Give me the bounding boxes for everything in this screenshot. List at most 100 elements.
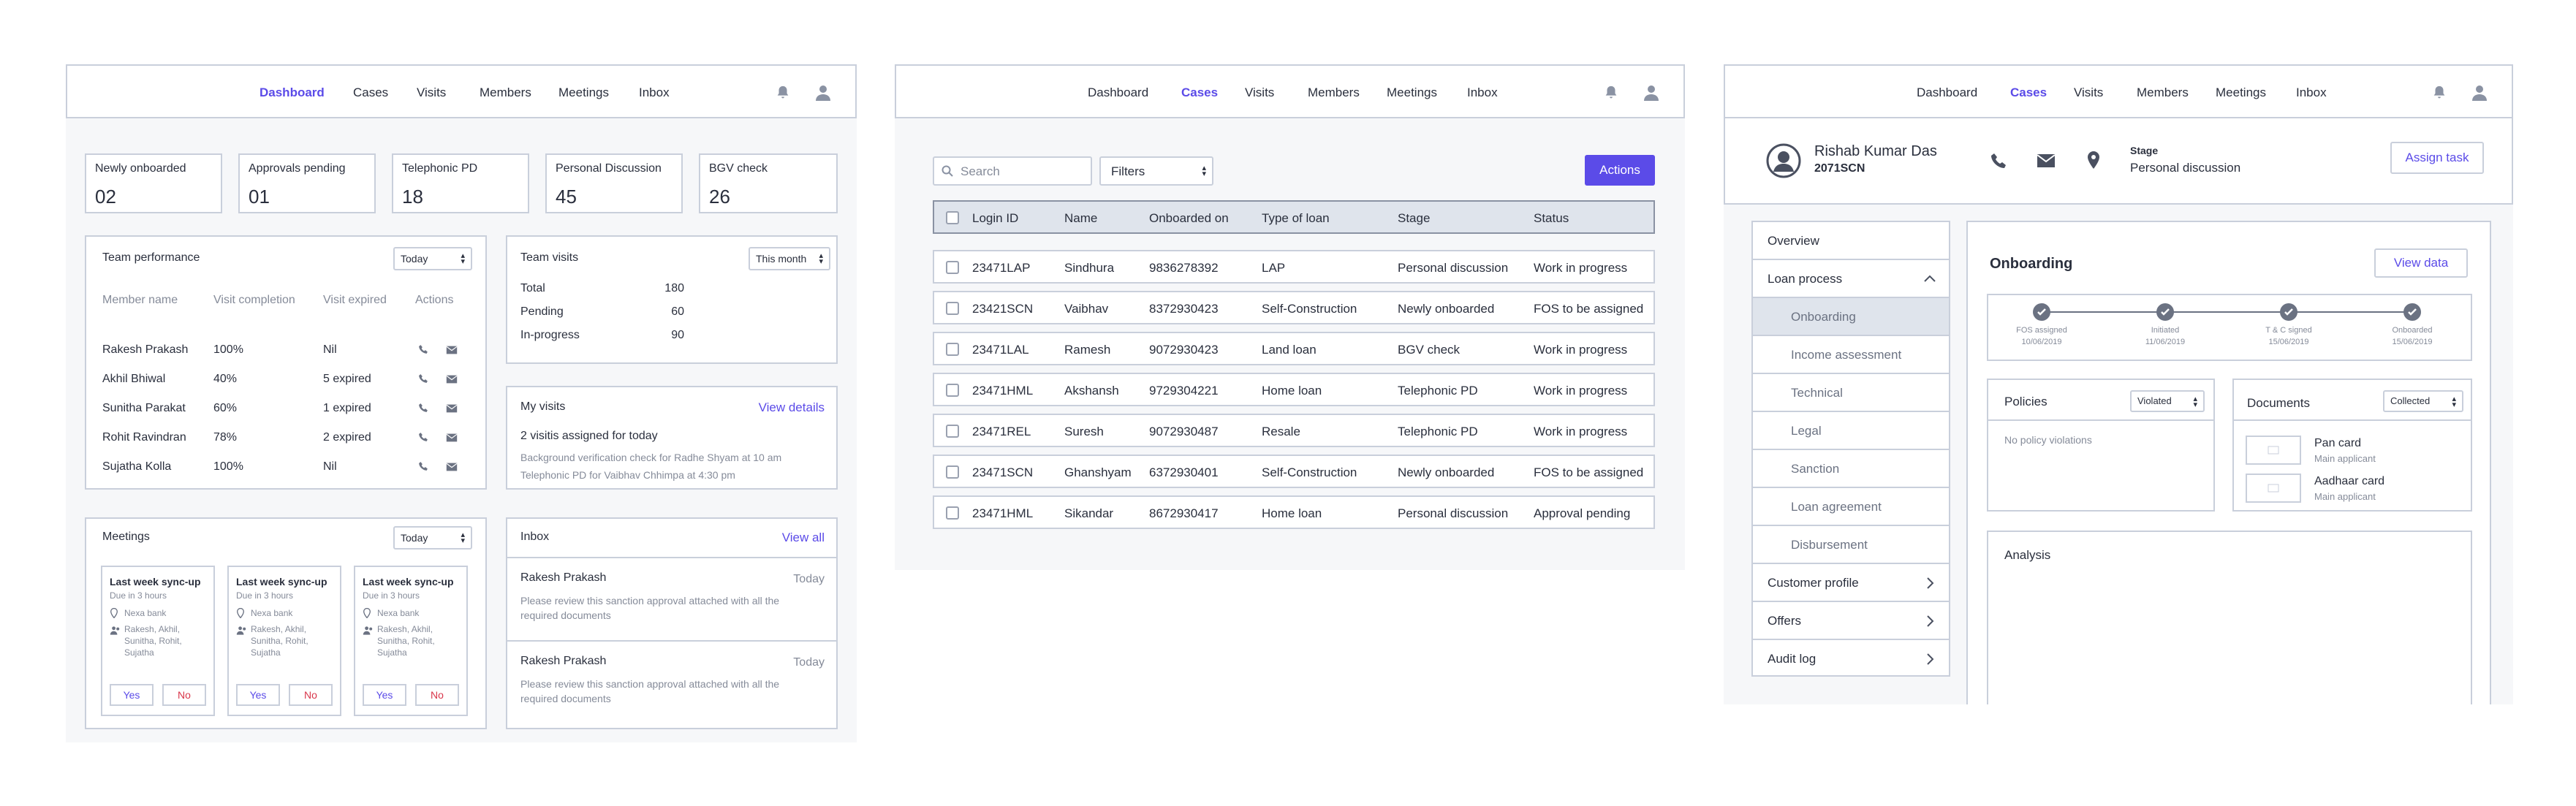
search-input[interactable]: Search xyxy=(933,156,1092,186)
stat-card-bgv-check[interactable]: BGV check 26 xyxy=(699,153,838,213)
sidebar-item-customer-profile[interactable]: Customer profile xyxy=(1753,564,1949,602)
phone-icon[interactable] xyxy=(418,461,428,475)
nav-cases[interactable]: Cases xyxy=(353,85,388,100)
phone-icon[interactable] xyxy=(418,403,428,417)
phone-icon[interactable] xyxy=(1990,152,2007,170)
stat-card-newly-onboarded[interactable]: Newly onboarded 02 xyxy=(85,153,222,213)
table-row[interactable]: 23471REL Suresh 9072930487 Resale Telephonic… xyxy=(933,414,1655,447)
user-icon[interactable] xyxy=(2471,84,2488,102)
nav-visits[interactable]: Visits xyxy=(1245,85,1274,100)
bell-icon[interactable] xyxy=(2431,85,2447,101)
nav-inbox[interactable]: Inbox xyxy=(2296,85,2327,100)
team-visits-filter[interactable]: This month ▴ ▾ xyxy=(749,247,830,270)
meeting-place: Nexa bank xyxy=(124,608,167,618)
table-row[interactable]: 23471SCN Ghanshyam 6372930401 Self-Construc… xyxy=(933,455,1655,488)
no-button[interactable]: No xyxy=(162,684,206,706)
sidebar-item-offers[interactable]: Offers xyxy=(1753,602,1949,640)
row-checkbox[interactable] xyxy=(946,302,959,315)
phone-icon[interactable] xyxy=(418,344,428,358)
row-checkbox[interactable] xyxy=(946,506,959,520)
yes-button[interactable]: Yes xyxy=(110,684,154,706)
row-checkbox[interactable] xyxy=(946,384,959,397)
document-item[interactable]: Pan card Main applicant xyxy=(2246,436,2465,465)
nav-members[interactable]: Members xyxy=(1308,85,1360,100)
table-cell: 23421SCN xyxy=(972,302,1034,316)
meetings-filter[interactable]: Today ▴ ▾ xyxy=(393,526,472,550)
stat-card-approvals-pending[interactable]: Approvals pending 01 xyxy=(238,153,376,213)
sidebar-item-loan-process[interactable]: Loan process xyxy=(1753,260,1949,298)
mail-icon[interactable] xyxy=(446,345,458,358)
nav-dashboard[interactable]: Dashboard xyxy=(1088,85,1148,100)
sidebar-item-audit-log[interactable]: Audit log xyxy=(1753,640,1949,678)
mail-icon[interactable] xyxy=(446,374,458,387)
nav-meetings[interactable]: Meetings xyxy=(2216,85,2266,100)
inbox-message[interactable]: Rakesh Prakash Today Please review this … xyxy=(507,558,836,640)
policies-card: Policies Violated ▴ ▾ No policy violations xyxy=(1987,379,2215,512)
yes-button[interactable]: Yes xyxy=(236,684,280,706)
no-button[interactable]: No xyxy=(289,684,333,706)
user-icon[interactable] xyxy=(1643,84,1660,102)
row-checkbox[interactable] xyxy=(946,343,959,356)
view-all-link[interactable]: View all xyxy=(782,531,825,545)
filters-select[interactable]: Filters ▴ ▾ xyxy=(1099,156,1213,186)
row-checkbox[interactable] xyxy=(946,261,959,274)
sidebar-subitem[interactable]: Onboarding xyxy=(1753,298,1949,336)
sidebar-subitem[interactable]: Sanction xyxy=(1753,450,1949,488)
nav-cases[interactable]: Cases xyxy=(1181,85,1218,100)
view-data-button[interactable]: View data xyxy=(2374,248,2468,278)
sidebar-item-overview[interactable]: Overview xyxy=(1753,222,1949,260)
table-row: Akhil Bhiwal 40% 5 expired xyxy=(86,370,485,390)
bell-icon[interactable] xyxy=(775,85,791,101)
nav-visits[interactable]: Visits xyxy=(2074,85,2103,100)
inbox-message[interactable]: Rakesh Prakash Today Please review this … xyxy=(507,642,836,723)
phone-icon[interactable] xyxy=(418,432,428,446)
phone-icon[interactable] xyxy=(418,373,428,387)
nav-inbox[interactable]: Inbox xyxy=(1467,85,1498,100)
mail-icon[interactable] xyxy=(446,433,458,446)
bell-icon[interactable] xyxy=(1603,85,1619,101)
mail-icon[interactable] xyxy=(2037,153,2056,168)
assign-task-button[interactable]: Assign task xyxy=(2390,142,2484,174)
table-row[interactable]: 23471HML Akshansh 9729304221 Home loan Telep… xyxy=(933,373,1655,406)
mail-icon[interactable] xyxy=(446,462,458,475)
sidebar-subitem[interactable]: Disbursement xyxy=(1753,526,1949,564)
step-date: 11/06/2019 xyxy=(2145,338,2186,346)
stat-value: 26 xyxy=(709,186,730,208)
table-row[interactable]: 23471LAL Ramesh 9072930423 Land loan BGV che… xyxy=(933,332,1655,365)
sidebar-subitem[interactable]: Income assessment xyxy=(1753,336,1949,374)
step-label: T & C signed xyxy=(2265,326,2312,335)
select-all-checkbox[interactable] xyxy=(946,211,959,224)
table-row[interactable]: 23471HML Sikandar 8672930417 Home loan Perso… xyxy=(933,495,1655,529)
row-checkbox[interactable] xyxy=(946,465,959,479)
col-header: Onboarded on xyxy=(1149,211,1229,225)
actions-button[interactable]: Actions xyxy=(1585,155,1655,186)
team-performance-filter[interactable]: Today ▴ ▾ xyxy=(393,247,472,270)
documents-filter[interactable]: Collected ▴ ▾ xyxy=(2383,390,2463,412)
location-pin-icon[interactable] xyxy=(2086,151,2101,170)
nav-members[interactable]: Members xyxy=(480,85,531,100)
policies-filter[interactable]: Violated ▴ ▾ xyxy=(2130,390,2205,412)
nav-meetings[interactable]: Meetings xyxy=(1387,85,1437,100)
nav-cases[interactable]: Cases xyxy=(2010,85,2047,100)
sidebar-subitem[interactable]: Technical xyxy=(1753,374,1949,412)
mail-icon[interactable] xyxy=(446,403,458,417)
stat-card-telephonic-pd[interactable]: Telephonic PD 18 xyxy=(392,153,529,213)
nav-dashboard[interactable]: Dashboard xyxy=(260,85,325,100)
view-details-link[interactable]: View details xyxy=(759,400,825,415)
user-icon[interactable] xyxy=(814,84,832,102)
table-row[interactable]: 23471LAP Sindhura 9836278392 LAP Personal di… xyxy=(933,250,1655,284)
row-checkbox[interactable] xyxy=(946,425,959,438)
nav-meetings[interactable]: Meetings xyxy=(558,85,609,100)
nav-visits[interactable]: Visits xyxy=(417,85,446,100)
document-item[interactable]: Aadhaar card Main applicant xyxy=(2246,474,2465,503)
table-row[interactable]: 23421SCN Vaibhav 8372930423 Self-Constructi… xyxy=(933,291,1655,324)
meeting-people: Rakesh, Akhil, xyxy=(251,624,307,634)
sidebar-subitem[interactable]: Loan agreement xyxy=(1753,488,1949,526)
sidebar-subitem[interactable]: Legal xyxy=(1753,412,1949,450)
nav-members[interactable]: Members xyxy=(2137,85,2189,100)
nav-inbox[interactable]: Inbox xyxy=(639,85,670,100)
nav-dashboard[interactable]: Dashboard xyxy=(1917,85,1977,100)
stat-card-personal-discussion[interactable]: Personal Discussion 45 xyxy=(545,153,683,213)
no-button[interactable]: No xyxy=(415,684,459,706)
yes-button[interactable]: Yes xyxy=(363,684,406,706)
